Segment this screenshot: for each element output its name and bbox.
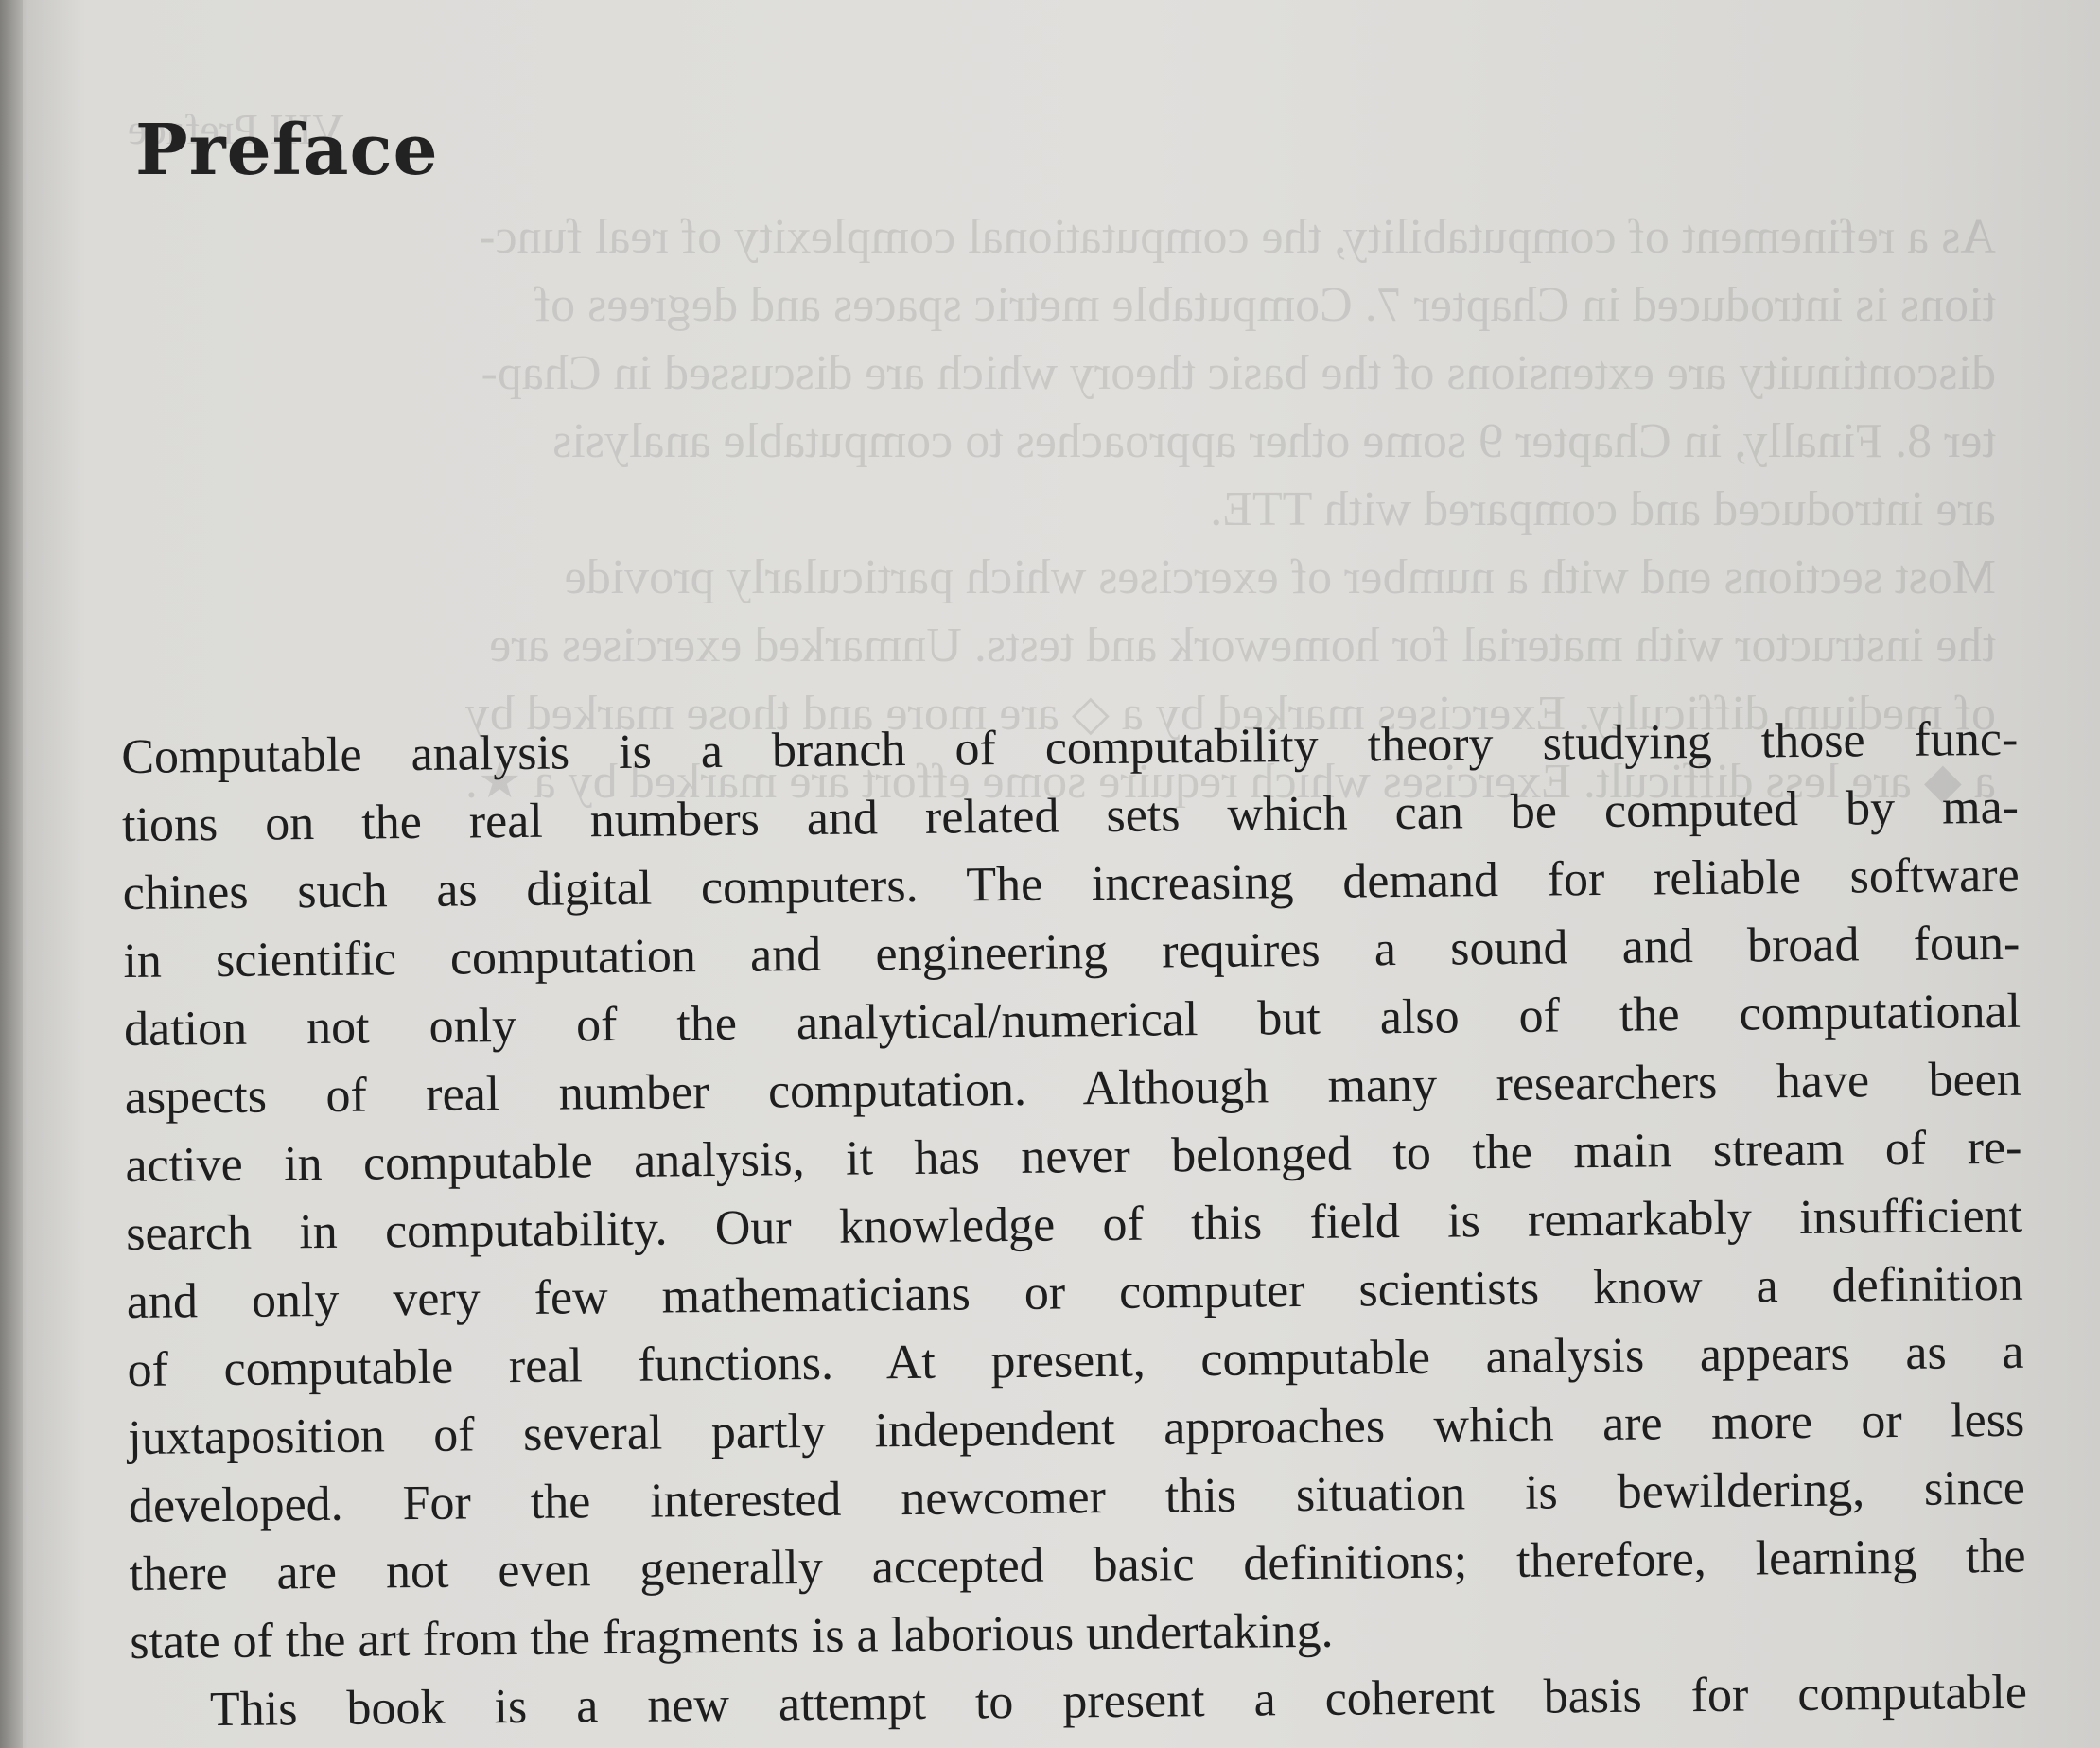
show-through-line: discontinuity are extensions of the basi… [481, 346, 1997, 400]
show-through-line: are introduced and compared with TTE. [1210, 482, 1996, 536]
page-title: Preface [135, 110, 439, 191]
show-through-line: the instructor with material for homewor… [489, 619, 1996, 673]
show-through-line: ter 8. Finally, in Chapter 9 some other … [552, 414, 1996, 468]
show-through-line: As a refinement of computability, the co… [479, 210, 1996, 264]
page-gutter-shadow [0, 0, 23, 1748]
book-page: VIII Preface As a refinement of computab… [0, 0, 2100, 1748]
show-through-line: tions is introduced in Chapter 7. Comput… [534, 278, 1996, 332]
show-through-line: Most sections end with a number of exerc… [564, 551, 1996, 604]
preface-body: Computable analysis is a branch of compu… [121, 706, 2027, 1745]
